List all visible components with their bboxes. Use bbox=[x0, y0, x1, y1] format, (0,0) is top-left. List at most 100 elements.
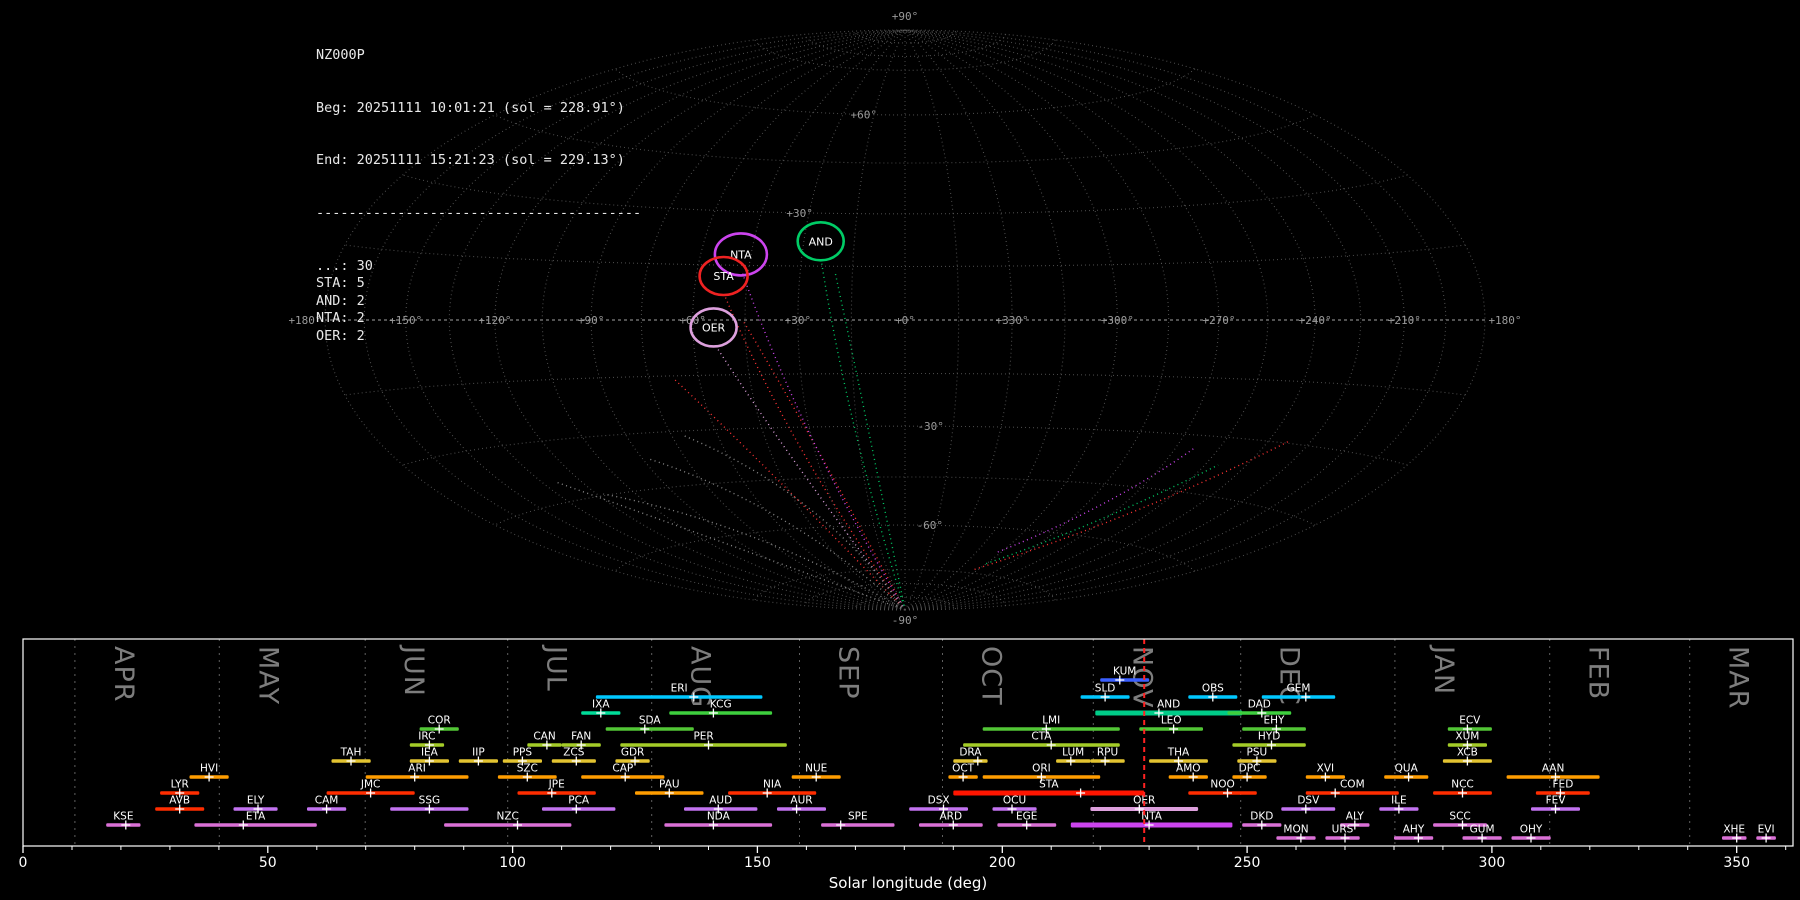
shower-bar bbox=[821, 823, 895, 827]
shower-label: STA bbox=[1039, 779, 1059, 791]
shower-bar bbox=[1168, 775, 1208, 779]
tick-label: 300 bbox=[1479, 855, 1506, 871]
tick-label: 250 bbox=[1234, 855, 1261, 871]
tick-label: 0 bbox=[19, 855, 28, 871]
shower-label: PAU bbox=[659, 779, 680, 791]
month-label: FEB bbox=[1583, 646, 1614, 700]
grid-parallel bbox=[614, 524, 1196, 572]
meteor-track bbox=[974, 441, 1289, 571]
shower-bar bbox=[1188, 791, 1257, 795]
shower-label: COR bbox=[428, 715, 451, 727]
shower-label: GUM bbox=[1470, 824, 1495, 836]
shower-bar bbox=[1276, 836, 1316, 840]
shower-label: ARI bbox=[408, 763, 426, 775]
shower-label: OHY bbox=[1520, 824, 1543, 836]
month-label: MAR bbox=[1723, 646, 1754, 710]
shower-label: SDA bbox=[639, 715, 662, 727]
shower-label: AUR bbox=[790, 795, 812, 807]
month-label: JAN bbox=[1428, 644, 1459, 695]
shower-label: ARD bbox=[940, 811, 963, 823]
sky-map: +180° +150° +120° +90° +60° +30° +0° +330° +300°… bbox=[288, 10, 1521, 627]
month-label: JUN bbox=[398, 644, 429, 697]
shower-label: SSG bbox=[419, 795, 440, 807]
observation-summary: NZ000P Beg: 20251111 10:01:21 (sol = 228… bbox=[316, 12, 641, 380]
shower-bar bbox=[605, 727, 694, 731]
pole-label: -90° bbox=[892, 614, 919, 627]
shower-label: EHY bbox=[1264, 715, 1286, 727]
shower-label: CAN bbox=[533, 731, 555, 743]
tick-label: 150 bbox=[744, 855, 771, 871]
tick-label: 50 bbox=[259, 855, 277, 871]
shower-label: RPU bbox=[1097, 747, 1118, 759]
shower-count-line: NTA: 2 bbox=[316, 310, 365, 327]
pole-label: +90° bbox=[892, 10, 919, 23]
shower-label: NOO bbox=[1210, 779, 1234, 791]
shower-label: THA bbox=[1167, 747, 1190, 759]
shower-label: NDA bbox=[707, 811, 731, 823]
shower-label: DAD bbox=[1248, 699, 1271, 711]
shower-label: ILE bbox=[1391, 795, 1407, 807]
shower-label: DKD bbox=[1250, 811, 1273, 823]
shower-label: PER bbox=[693, 731, 713, 743]
shower-label: LEO bbox=[1161, 715, 1182, 727]
lon-label: +330° bbox=[996, 314, 1029, 327]
lon-label: +180° bbox=[1488, 314, 1521, 327]
meteor-track bbox=[741, 273, 906, 611]
shower-label: LYR bbox=[171, 779, 189, 791]
shower-label: SCC bbox=[1449, 811, 1470, 823]
shower-label: GDR bbox=[621, 747, 645, 759]
radiant-report-screen: +180° +150° +120° +90° +60° +30° +0° +330° +300°… bbox=[0, 0, 1800, 900]
month-label: MAY bbox=[252, 646, 283, 705]
shower-label: GEM bbox=[1287, 683, 1311, 695]
radiant-label: AND bbox=[809, 235, 833, 248]
shower-label: IRC bbox=[418, 731, 435, 743]
shower-bar bbox=[1261, 695, 1336, 699]
shower-label: ALY bbox=[1346, 811, 1365, 823]
grid-parallel bbox=[853, 596, 957, 610]
lon-label: +300° bbox=[1101, 314, 1134, 327]
shower-label: DRA bbox=[959, 747, 982, 759]
shower-label: COM bbox=[1340, 779, 1365, 791]
shower-bar bbox=[1305, 791, 1399, 795]
shower-label: ORI bbox=[1032, 763, 1051, 775]
shower-label: AUD bbox=[709, 795, 732, 807]
end-time: End: 20251111 15:21:23 (sol = 229.13°) bbox=[316, 152, 625, 169]
shower-label: JMC bbox=[360, 779, 381, 791]
shower-label: HYD bbox=[1258, 731, 1280, 743]
lon-label: +0° bbox=[895, 314, 915, 327]
month-label: OCT bbox=[976, 646, 1007, 706]
shower-label: EVI bbox=[1758, 824, 1775, 836]
shower-label: FAN bbox=[571, 731, 591, 743]
x-axis-label: Solar longitude (deg) bbox=[829, 874, 987, 892]
month-label: SEP bbox=[833, 646, 864, 699]
shower-label: CTA bbox=[1031, 731, 1052, 743]
shower-count-line: ...: 30 bbox=[316, 257, 373, 274]
shower-label: ELY bbox=[247, 795, 265, 807]
shower-label: AND bbox=[1157, 699, 1180, 711]
meteor-track bbox=[649, 458, 906, 611]
meteor-track bbox=[997, 447, 1196, 553]
lon-label: +270° bbox=[1202, 314, 1235, 327]
shower-label: AMO bbox=[1176, 763, 1201, 775]
shower-label: IEA bbox=[421, 747, 439, 759]
timeline-frame bbox=[22, 638, 1794, 847]
shower-label: DPC bbox=[1239, 763, 1261, 775]
shower-bar bbox=[1394, 836, 1434, 840]
shower-bar bbox=[777, 807, 826, 811]
radiant-label: STA bbox=[713, 270, 734, 283]
shower-counts: ...: 30 STA: 5 AND: 2 NTA: 2 OER: 2 bbox=[316, 258, 641, 346]
tick-label: 200 bbox=[989, 855, 1016, 871]
shower-count-line: STA: 5 bbox=[316, 275, 365, 292]
meteor-track bbox=[556, 481, 906, 611]
grid-parallel bbox=[754, 569, 1056, 601]
shower-label: CAP bbox=[612, 763, 633, 775]
shower-label: CAM bbox=[315, 795, 339, 807]
shower-label: PCA bbox=[568, 795, 590, 807]
shower-label: AVB bbox=[169, 795, 190, 807]
lat-label: -60° bbox=[917, 519, 944, 532]
meteor-track bbox=[684, 435, 906, 611]
shower-label: LMI bbox=[1042, 715, 1060, 727]
shower-label: QUA bbox=[1395, 763, 1419, 775]
shower-label: PPS bbox=[513, 747, 533, 759]
grid-parallel bbox=[614, 68, 1196, 116]
